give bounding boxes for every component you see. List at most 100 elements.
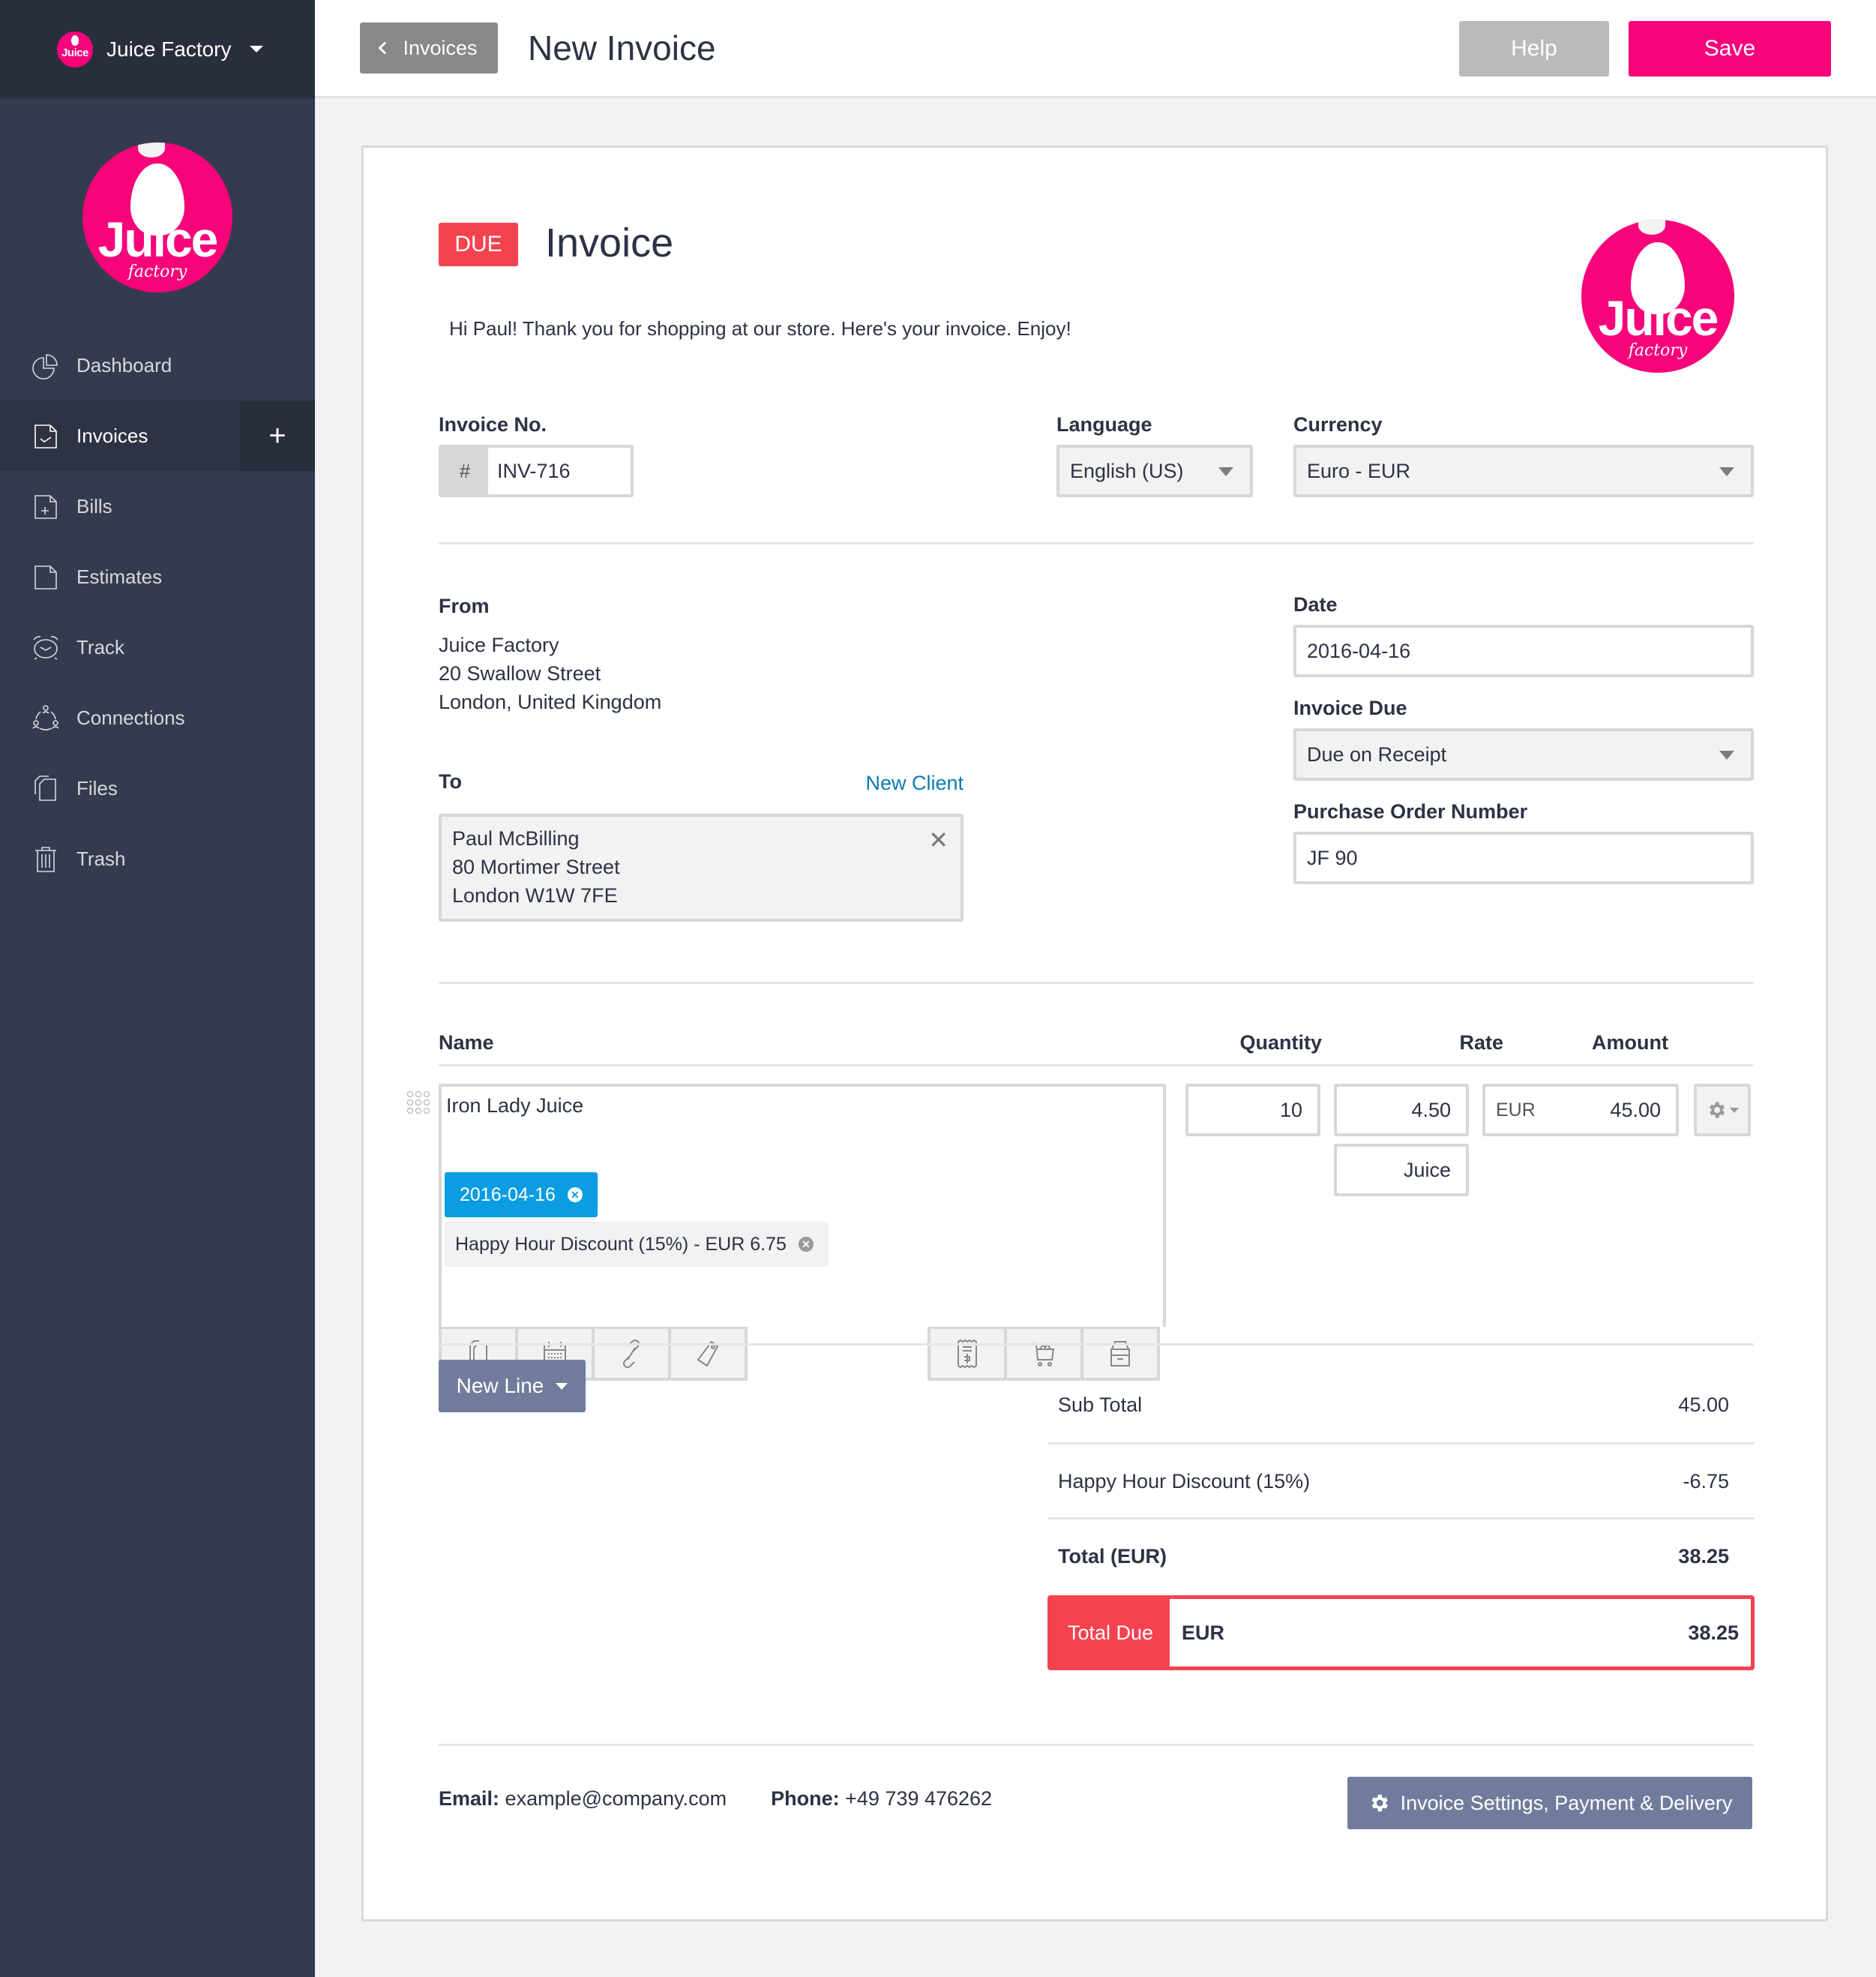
contact-info: Email: example@company.com Phone: +49 73… bbox=[439, 1787, 993, 1810]
invoice-due-label: Invoice Due bbox=[1293, 697, 1407, 719]
back-to-invoices-button[interactable]: Invoices bbox=[360, 22, 498, 74]
total-row: Total (EUR) 38.25 bbox=[1058, 1544, 1729, 1568]
total-due-box: Total Due EUR 38.25 bbox=[1047, 1595, 1755, 1670]
currency-select[interactable]: Euro - EUR bbox=[1293, 445, 1754, 497]
alarm-clock-icon bbox=[30, 632, 61, 663]
sidebar-item-label: Files bbox=[76, 776, 118, 800]
divider bbox=[439, 1744, 1754, 1746]
sidebar-item-files[interactable]: Files bbox=[0, 753, 315, 824]
divider bbox=[439, 1343, 1754, 1346]
sidebar-item-label: Connections bbox=[76, 706, 185, 729]
client-select[interactable]: Paul McBilling 80 Mortimer Street London… bbox=[439, 814, 963, 922]
sidebar-item-label: Estimates bbox=[76, 565, 163, 588]
quantity-input[interactable]: 10 bbox=[1185, 1084, 1320, 1136]
page-title: New Invoice bbox=[528, 28, 716, 68]
unit-input[interactable]: Juice bbox=[1334, 1144, 1469, 1196]
drag-handle-icon[interactable] bbox=[407, 1091, 430, 1114]
invoice-logo[interactable]: Juice factory bbox=[1581, 220, 1734, 373]
sidebar-item-bills[interactable]: Bills bbox=[0, 471, 315, 542]
new-client-link[interactable]: New Client bbox=[863, 772, 963, 795]
sidebar-item-connections[interactable]: Connections bbox=[0, 682, 315, 753]
total-due-label: Total Due bbox=[1051, 1599, 1170, 1666]
trash-icon bbox=[30, 843, 61, 874]
total-due-currency: EUR bbox=[1182, 1621, 1225, 1644]
people-network-icon bbox=[30, 702, 61, 734]
document-icon bbox=[30, 561, 61, 592]
sidebar-item-trash[interactable]: Trash bbox=[0, 824, 315, 894]
status-badge: DUE bbox=[439, 223, 518, 266]
total-due-value: 38.25 bbox=[1688, 1621, 1739, 1644]
po-number-input[interactable]: JF 90 bbox=[1293, 832, 1754, 884]
chevron-down-icon bbox=[249, 46, 263, 52]
add-invoice-button[interactable]: + bbox=[240, 400, 315, 471]
divider bbox=[439, 1064, 1754, 1066]
sidebar-item-track[interactable]: Track bbox=[0, 612, 315, 682]
column-header-rate: Rate bbox=[1459, 1031, 1503, 1054]
line-options-button[interactable] bbox=[1694, 1084, 1751, 1136]
phone-value[interactable]: +49 739 476262 bbox=[845, 1787, 992, 1810]
divider bbox=[439, 542, 1754, 544]
help-button[interactable]: Help bbox=[1459, 21, 1609, 76]
invoice-number-input[interactable]: # INV-716 bbox=[439, 445, 634, 497]
email-value[interactable]: example@company.com bbox=[505, 1787, 727, 1810]
sidebar-item-label: Trash bbox=[76, 847, 126, 870]
sidebar-item-invoices[interactable]: Invoices + bbox=[0, 400, 315, 471]
discount-row: Happy Hour Discount (15%) -6.75 bbox=[1058, 1469, 1729, 1492]
link-button[interactable] bbox=[592, 1327, 671, 1381]
chevron-left-icon bbox=[378, 41, 391, 55]
invoice-card: DUE Invoice Hi Paul! Thank you for shopp… bbox=[361, 146, 1828, 1922]
amount-input[interactable]: EUR 45.00 bbox=[1482, 1084, 1679, 1136]
column-header-quantity: Quantity bbox=[1239, 1031, 1322, 1054]
to-label: To bbox=[439, 770, 462, 793]
line-item-name[interactable]: Iron Lady Juice bbox=[446, 1094, 583, 1118]
sidebar-item-label: Invoices bbox=[76, 424, 148, 447]
caret-down-icon bbox=[556, 1382, 568, 1390]
sidebar-item-dashboard[interactable]: Dashboard bbox=[0, 330, 315, 400]
greeting-text[interactable]: Hi Paul! Thank you for shopping at our s… bbox=[449, 317, 1071, 340]
sidebar-item-label: Dashboard bbox=[76, 353, 172, 376]
rate-input[interactable]: 4.50 bbox=[1334, 1084, 1469, 1136]
gear-icon bbox=[1710, 1102, 1725, 1118]
column-header-name: Name bbox=[439, 1031, 494, 1054]
caret-down-icon bbox=[1730, 1107, 1739, 1113]
files-icon bbox=[30, 772, 61, 804]
company-logo: Juice factory bbox=[82, 142, 232, 292]
column-header-amount: Amount bbox=[1592, 1031, 1668, 1054]
sidebar: Juice Juice Factory Juice factory Dashbo… bbox=[0, 0, 315, 1977]
from-address[interactable]: Juice Factory 20 Swallow Street London, … bbox=[439, 631, 661, 716]
new-line-button[interactable]: New Line bbox=[439, 1360, 586, 1412]
save-button[interactable]: Save bbox=[1629, 21, 1831, 76]
top-header: Invoices New Invoice Help Save bbox=[315, 0, 1876, 98]
caret-down-icon bbox=[1719, 467, 1734, 476]
line-item-discount-tag[interactable]: Happy Hour Discount (15%) - EUR 6.75 ✕ bbox=[445, 1222, 829, 1267]
pie-chart-icon bbox=[30, 350, 61, 381]
invoice-due-select[interactable]: Due on Receipt bbox=[1293, 728, 1754, 781]
subtotal-value: 45.00 bbox=[1678, 1393, 1729, 1416]
bill-plus-icon bbox=[30, 490, 61, 522]
po-number-label: Purchase Order Number bbox=[1293, 800, 1528, 823]
subtotal-row: Sub Total 45.00 bbox=[1058, 1393, 1729, 1416]
expense-button[interactable] bbox=[928, 1327, 1007, 1381]
line-item-date-tag[interactable]: 2016-04-16 ✕ bbox=[445, 1172, 598, 1217]
discount-value: -6.75 bbox=[1683, 1469, 1729, 1492]
date-input[interactable]: 2016-04-16 bbox=[1293, 625, 1754, 677]
org-switcher[interactable]: Juice Juice Factory bbox=[0, 0, 315, 98]
divider bbox=[439, 982, 1754, 984]
invoice-number-label: Invoice No. bbox=[439, 413, 547, 436]
from-label: From bbox=[439, 595, 490, 617]
caret-down-icon bbox=[1218, 467, 1233, 476]
sidebar-item-label: Track bbox=[76, 635, 125, 658]
remove-tag-icon[interactable]: ✕ bbox=[798, 1237, 814, 1252]
tag-button[interactable] bbox=[668, 1327, 748, 1381]
gear-icon bbox=[1371, 1794, 1388, 1812]
sidebar-nav: Dashboard Invoices + Bills Estimates Tra… bbox=[0, 330, 315, 894]
sidebar-item-label: Bills bbox=[76, 494, 112, 518]
invoice-settings-button[interactable]: Invoice Settings, Payment & Delivery bbox=[1347, 1777, 1752, 1829]
close-icon[interactable]: ✕ bbox=[928, 826, 948, 854]
currency-label: Currency bbox=[1293, 413, 1383, 436]
language-label: Language bbox=[1056, 413, 1152, 436]
sidebar-item-estimates[interactable]: Estimates bbox=[0, 542, 315, 612]
language-select[interactable]: English (US) bbox=[1056, 445, 1253, 497]
remove-tag-icon[interactable]: ✕ bbox=[567, 1187, 583, 1202]
org-logo: Juice bbox=[57, 31, 93, 68]
